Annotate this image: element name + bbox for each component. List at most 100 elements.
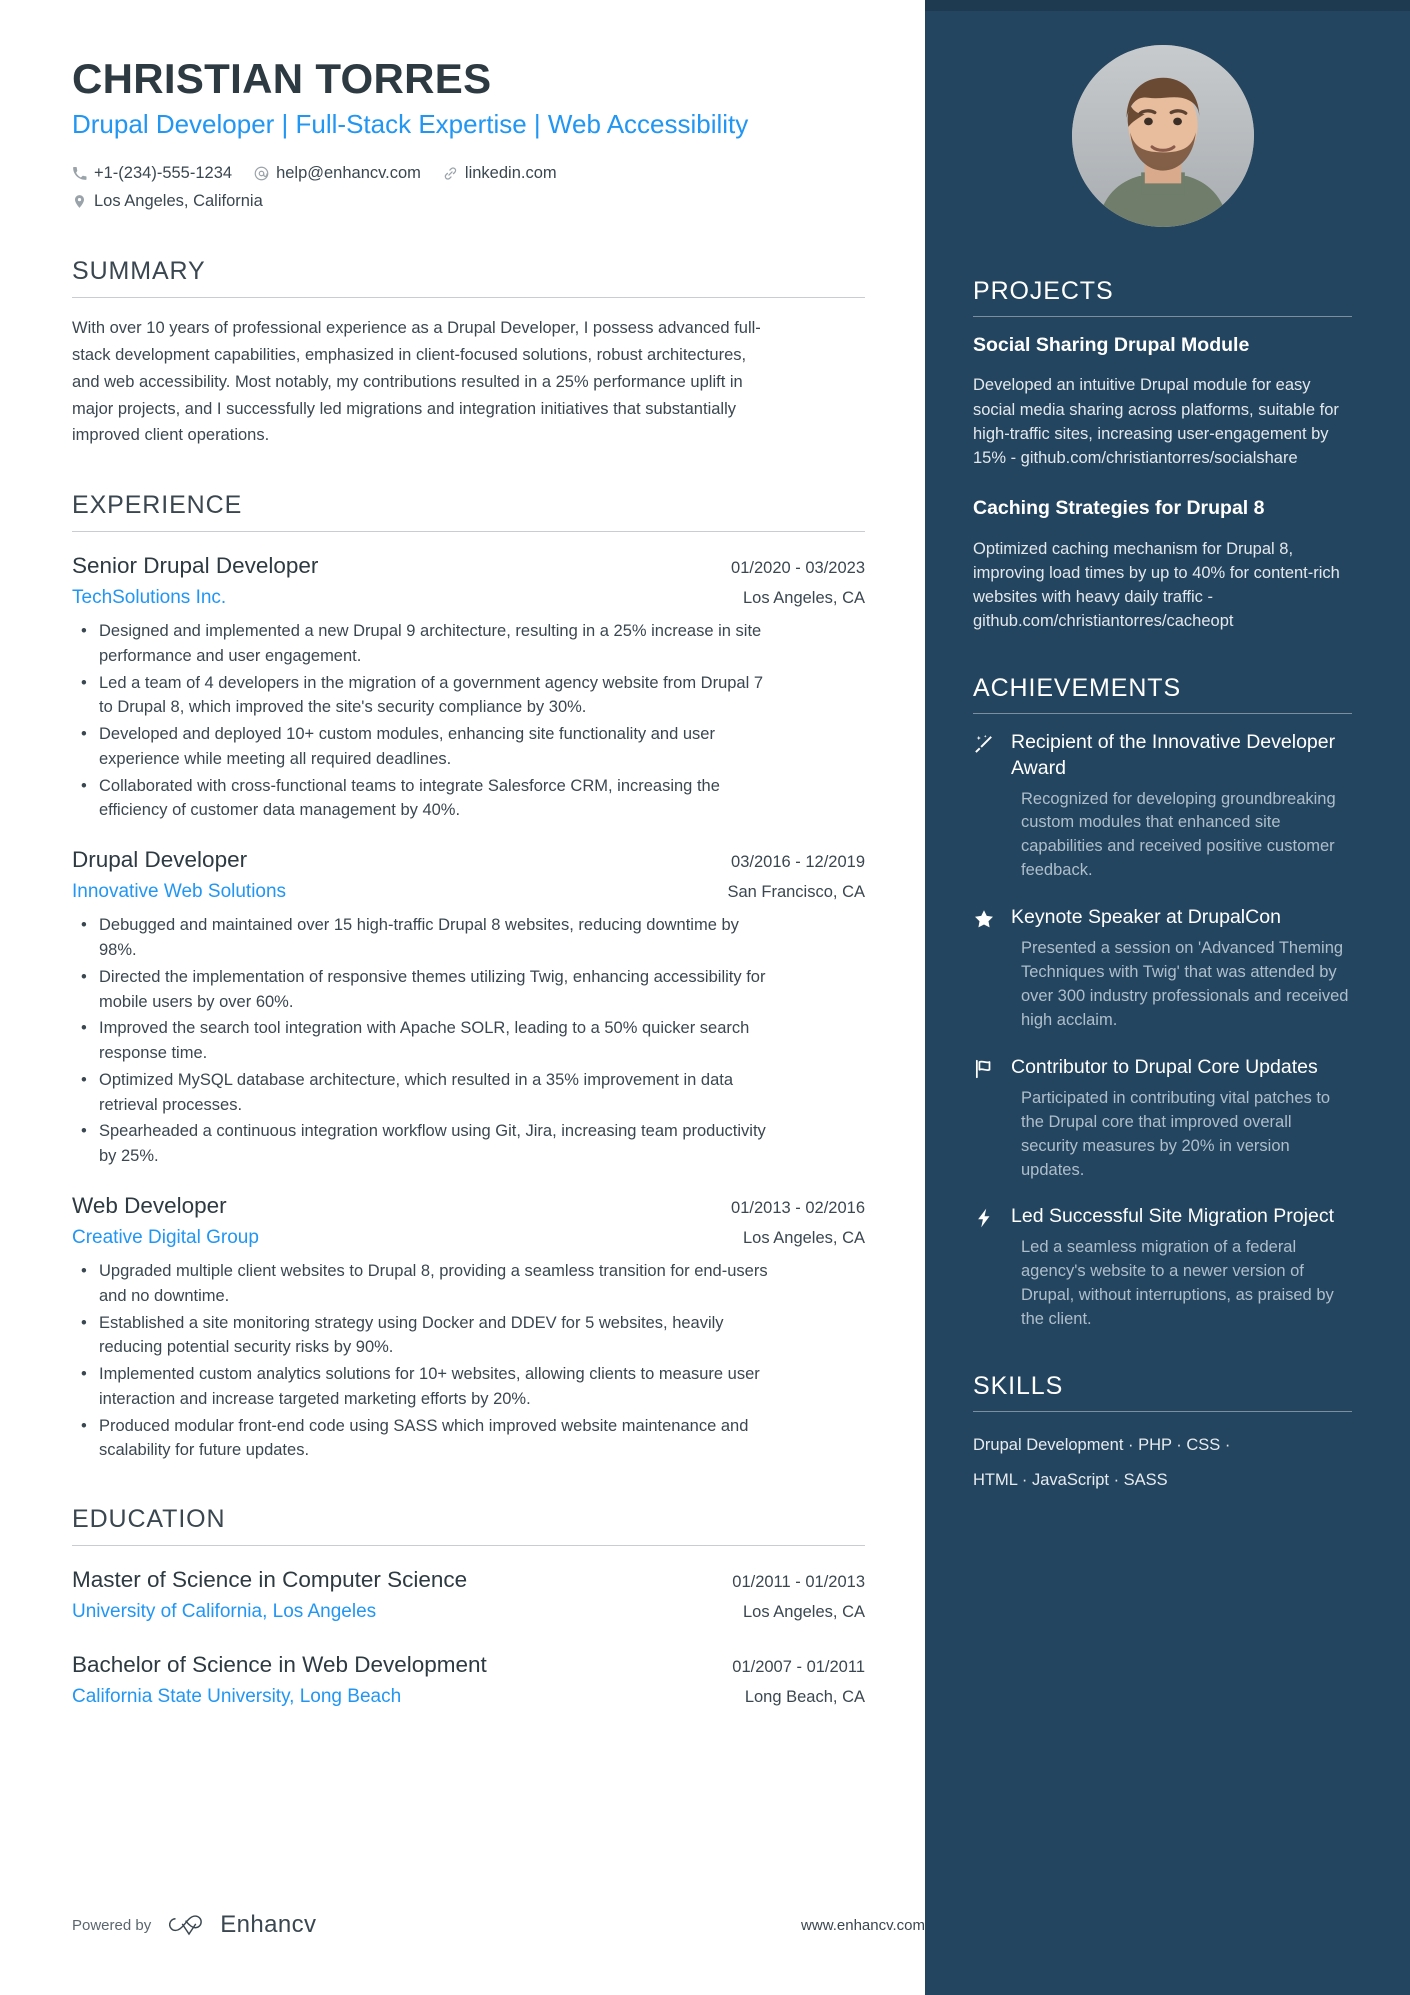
experience-entry-subheader: Innovative Web Solutions San Francisco, C… [72, 877, 865, 906]
list-item: Directed the implementation of responsiv… [72, 965, 772, 1015]
page-title: CHRISTIAN TORRES [72, 55, 492, 102]
contact-linkedin[interactable]: linkedin.com [443, 159, 557, 187]
contact-location-text: Los Angeles, California [94, 192, 263, 211]
experience-entry-header: Senior Drupal Developer 01/2020 - 03/2023 [72, 549, 865, 583]
experience-company[interactable]: Creative Digital Group [72, 1223, 259, 1252]
project-item: Social Sharing Drupal Module Developed an… [973, 333, 1352, 470]
list-item: Designed and implemented a new Drupal 9 … [72, 619, 772, 669]
enhancv-mark-icon [169, 1914, 203, 1935]
education-entry: Master of Science in Computer Science 01/… [72, 1563, 865, 1626]
footer-branding: Powered by Enhancv [72, 1911, 316, 1939]
experience-company[interactable]: TechSolutions Inc. [72, 583, 226, 612]
education-location: Long Beach, CA [744, 1687, 865, 1706]
achievement-body: Contributor to Drupal Core Updates Partic… [1011, 1055, 1352, 1183]
experience-dates: 01/2013 - 02/2016 [731, 1198, 865, 1217]
experience-bullet-list: Upgraded multiple client websites to Dru… [72, 1259, 865, 1463]
contact-info: +1-(234)-555-1234 help@enhancv.com linke… [72, 159, 865, 215]
achievement-description: Led a seamless migration of a federal ag… [1021, 1238, 1334, 1329]
education-school[interactable]: University of California, Los Angeles [72, 1597, 376, 1626]
resume-page: CHRISTIAN TORRES Drupal Developer | Full… [0, 0, 1410, 1995]
experience-entry-header: Drupal Developer 03/2016 - 12/2019 [72, 843, 865, 877]
project-title: Social Sharing Drupal Module [973, 334, 1250, 356]
list-item: Established a site monitoring strategy u… [72, 1311, 772, 1361]
list-item: Implemented custom analytics solutions f… [72, 1362, 772, 1412]
experience-location: Los Angeles, CA [743, 1228, 865, 1247]
experience-location: Los Angeles, CA [743, 588, 865, 607]
achievement-item: Keynote Speaker at DrupalCon Presented a … [973, 905, 1352, 1033]
experience-bullet-list: Designed and implemented a new Drupal 9 … [72, 619, 865, 823]
experience-company[interactable]: Innovative Web Solutions [72, 877, 286, 906]
achievement-body: Keynote Speaker at DrupalCon Presented a … [1011, 905, 1352, 1033]
resume-main-column: CHRISTIAN TORRES Drupal Developer | Full… [0, 0, 925, 1995]
sidebar-divider [973, 1411, 1352, 1413]
lightning-bolt-icon [973, 1204, 997, 1332]
contact-phone-text: +1-(234)-555-1234 [94, 164, 233, 183]
achievement-item: Led Successful Site Migration Project Led… [973, 1204, 1352, 1332]
experience-location: San Francisco, CA [727, 882, 865, 901]
magic-wand-icon [973, 730, 997, 884]
experience-role: Senior Drupal Developer [72, 552, 319, 578]
experience-dates: 03/2016 - 12/2019 [731, 853, 865, 872]
achievement-item: Recipient of the Innovative Developer Aw… [973, 730, 1352, 884]
footer: Powered by Enhancv www.enhancv.com [72, 1911, 925, 1939]
skills-section: SKILLS Drupal Development · PHP · CSS · H… [973, 1372, 1352, 1497]
education-section: EDUCATION Master of Science in Computer … [72, 1505, 865, 1711]
avatar [1071, 45, 1254, 227]
contact-email[interactable]: help@enhancv.com [254, 159, 421, 187]
education-school[interactable]: California State University, Long Beach [72, 1682, 401, 1711]
experience-role: Drupal Developer [72, 847, 248, 873]
list-item: Produced modular front-end code using SA… [72, 1414, 772, 1464]
education-section-title: EDUCATION [72, 1505, 226, 1534]
projects-list: Social Sharing Drupal Module Developed an… [973, 333, 1352, 634]
skills-list: Drupal Development · PHP · CSS · HTML · J… [973, 1428, 1352, 1497]
summary-text: With over 10 years of professional exper… [72, 319, 761, 445]
education-entry: Bachelor of Science in Web Development 01… [72, 1648, 865, 1711]
list-item: Optimized MySQL database architecture, w… [72, 1068, 772, 1118]
experience-entry-subheader: Creative Digital Group Los Angeles, CA [72, 1223, 865, 1252]
list-item: Upgraded multiple client websites to Dru… [72, 1259, 772, 1309]
skills-line: Drupal Development · PHP · CSS · [973, 1436, 1231, 1455]
summary-section-title: SUMMARY [72, 257, 206, 286]
contact-linkedin-text: linkedin.com [464, 164, 557, 183]
achievement-title: Recipient of the Innovative Developer Aw… [1011, 730, 1336, 779]
star-icon [973, 905, 997, 1033]
education-entry-header: Master of Science in Computer Science 01/… [72, 1563, 865, 1597]
experience-list: Senior Drupal Developer 01/2020 - 03/2023… [72, 549, 865, 1463]
footer-url[interactable]: www.enhancv.com [801, 1917, 925, 1934]
list-item: Debugged and maintained over 15 high-tra… [72, 913, 772, 963]
education-entry-subheader: California State University, Long Beach L… [72, 1682, 865, 1711]
project-title: Caching Strategies for Drupal 8 [973, 497, 1265, 520]
project-description: Developed an intuitive Drupal module for… [973, 376, 1339, 468]
projects-section: PROJECTS Social Sharing Drupal Module Dev… [973, 277, 1352, 634]
achievement-title: Contributor to Drupal Core Updates [1011, 1055, 1318, 1078]
list-item: Led a team of 4 developers in the migrat… [72, 671, 772, 721]
achievement-title: Keynote Speaker at DrupalCon [1011, 906, 1281, 929]
enhancv-logo: Enhancv [169, 1911, 316, 1939]
summary-section: SUMMARY With over 10 years of profession… [72, 257, 865, 449]
achievement-body: Recipient of the Innovative Developer Aw… [1011, 730, 1352, 884]
phone-icon [72, 166, 87, 181]
list-item: Spearheaded a continuous integration wor… [72, 1119, 772, 1169]
achievements-section: ACHIEVEMENTS Recipient of the Innovative… [973, 674, 1352, 1332]
link-icon [443, 166, 458, 181]
experience-dates: 01/2020 - 03/2023 [731, 558, 865, 577]
enhancv-wordmark: Enhancv [220, 1911, 317, 1938]
achievement-item: Contributor to Drupal Core Updates Partic… [973, 1055, 1352, 1183]
experience-entry-subheader: TechSolutions Inc. Los Angeles, CA [72, 583, 865, 612]
location-pin-icon [72, 194, 87, 209]
achievement-description: Participated in contributing vital patch… [1021, 1088, 1331, 1179]
experience-entry-header: Web Developer 01/2013 - 02/2016 [72, 1189, 865, 1223]
contact-location: Los Angeles, California [72, 187, 263, 215]
experience-entry: Web Developer 01/2013 - 02/2016 Creative D… [72, 1189, 865, 1463]
education-degree: Master of Science in Computer Science [72, 1567, 468, 1593]
experience-role: Web Developer [72, 1192, 227, 1218]
contact-phone[interactable]: +1-(234)-555-1234 [72, 159, 232, 187]
achievements-section-title: ACHIEVEMENTS [973, 673, 1182, 702]
education-degree: Bachelor of Science in Web Development [72, 1652, 487, 1678]
education-entry-subheader: University of California, Los Angeles Los… [72, 1597, 865, 1626]
education-list: Master of Science in Computer Science 01/… [72, 1563, 865, 1711]
contact-line-primary: +1-(234)-555-1234 help@enhancv.com linke… [72, 159, 865, 187]
education-entry-header: Bachelor of Science in Web Development 01… [72, 1648, 865, 1682]
achievements-list: Recipient of the Innovative Developer Aw… [973, 730, 1352, 1332]
education-dates: 01/2011 - 01/2013 [732, 1573, 865, 1592]
